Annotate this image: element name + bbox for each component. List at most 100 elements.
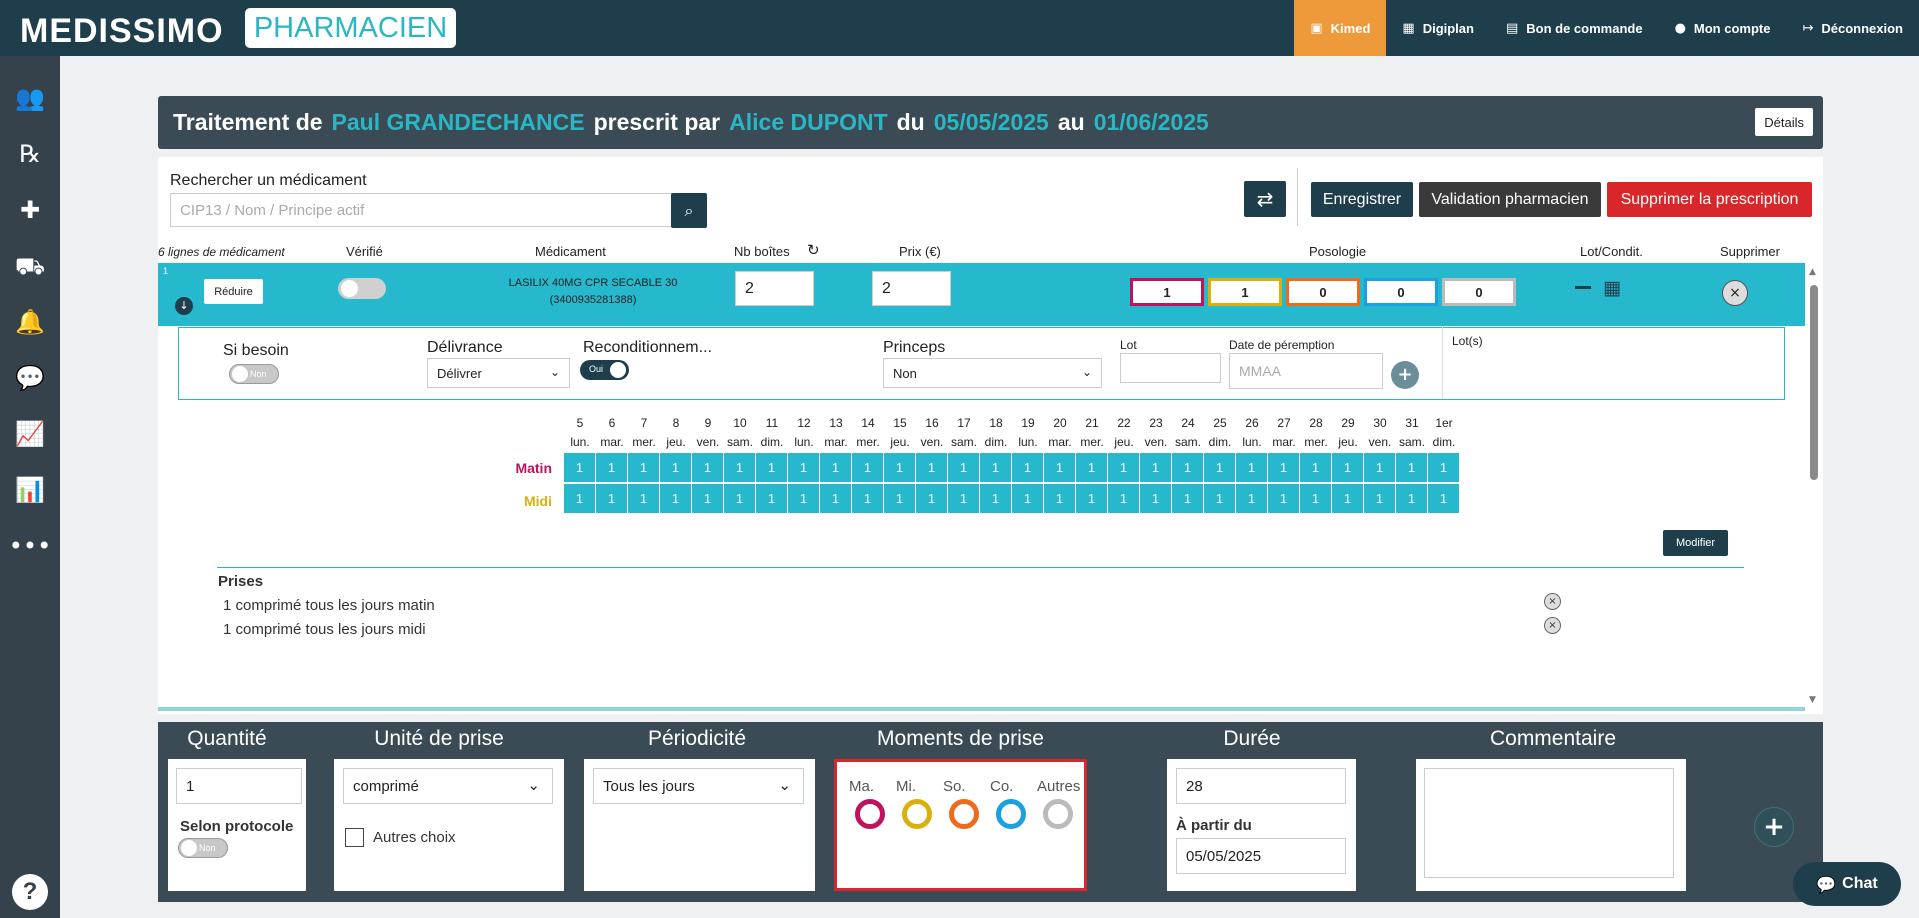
calendar-cell[interactable]: 1 <box>1332 453 1363 482</box>
calendar-cell[interactable]: 1 <box>1268 453 1299 482</box>
moment-ring-2[interactable] <box>902 799 932 829</box>
posology-morning[interactable]: 1 <box>1130 278 1204 306</box>
verified-toggle[interactable] <box>338 278 386 299</box>
minus-icon[interactable] <box>1575 286 1591 289</box>
medical-kit-icon[interactable]: ✚ <box>0 196 60 224</box>
swap-icon[interactable]: ⇄ <box>1244 181 1286 217</box>
calendar-cell[interactable]: 1 <box>884 484 915 513</box>
posology-evening[interactable]: 0 <box>1286 278 1360 306</box>
periodicite-select[interactable]: Tous les jours ⌄ <box>593 768 804 804</box>
calendar-cell[interactable]: 1 <box>852 484 883 513</box>
scroll-up-icon[interactable]: ▲ <box>1809 267 1816 277</box>
reconditionnement-toggle[interactable]: Oui <box>580 360 629 380</box>
calendar-cell[interactable]: 1 <box>1044 453 1075 482</box>
nav-digiplan[interactable]: ▦ Digiplan <box>1386 0 1490 56</box>
price-input[interactable]: 2 <box>872 271 951 306</box>
chat-button[interactable]: 💬 Chat <box>1793 862 1901 906</box>
calendar-cell[interactable]: 1 <box>756 484 787 513</box>
calendar-cell[interactable]: 1 <box>916 453 947 482</box>
lot-input[interactable] <box>1120 353 1221 383</box>
calendar-cell[interactable]: 1 <box>1300 484 1331 513</box>
add-posology-icon[interactable]: + <box>1754 807 1794 847</box>
calendar-cell[interactable]: 1 <box>1236 484 1267 513</box>
chat-bubble-icon[interactable]: 💬 <box>0 364 60 392</box>
remove-prise-icon[interactable]: × <box>1544 617 1561 634</box>
calendar-cell[interactable]: 1 <box>1428 453 1459 482</box>
calendar-cell[interactable]: 1 <box>1044 484 1075 513</box>
calendar-cell[interactable]: 1 <box>852 453 883 482</box>
calendar-cell[interactable]: 1 <box>724 484 755 513</box>
truck-icon[interactable]: ⛟ <box>0 252 60 283</box>
remove-prise-icon[interactable]: × <box>1544 593 1561 610</box>
calendar-cell[interactable]: 1 <box>596 484 627 513</box>
save-button[interactable]: Enregistrer <box>1311 182 1413 217</box>
calendar-cell[interactable]: 1 <box>1204 484 1235 513</box>
posology-other[interactable]: 0 <box>1442 278 1516 306</box>
help-button[interactable]: ? <box>12 874 48 910</box>
calendar-cell[interactable]: 1 <box>1428 484 1459 513</box>
calendar-cell[interactable]: 1 <box>1396 453 1427 482</box>
calendar-cell[interactable]: 1 <box>1396 484 1427 513</box>
refresh-icon[interactable]: ↻ <box>807 241 820 259</box>
commentaire-input[interactable] <box>1424 768 1674 878</box>
search-input[interactable]: CIP13 / Nom / Principe actif <box>170 193 672 227</box>
calendar-cell[interactable]: 1 <box>1012 484 1043 513</box>
calendar-cell[interactable]: 1 <box>1268 484 1299 513</box>
users-icon[interactable]: 👥 <box>0 84 60 112</box>
calendar-cell[interactable]: 1 <box>916 484 947 513</box>
reduce-button[interactable]: Réduire <box>204 279 263 304</box>
calendar-cell[interactable]: 1 <box>1108 484 1139 513</box>
posology-noon[interactable]: 1 <box>1208 278 1282 306</box>
scrollbar[interactable]: ▲ ▼ <box>1805 263 1823 710</box>
princeps-select[interactable]: Non ⌄ <box>883 358 1102 388</box>
nav-kimed[interactable]: ▣ Kimed <box>1294 0 1387 56</box>
prescription-icon[interactable]: ℞ <box>0 140 60 168</box>
posology-bedtime[interactable]: 0 <box>1364 278 1438 306</box>
calendar-cell[interactable]: 1 <box>1364 484 1395 513</box>
bar-chart-icon[interactable]: 📊 <box>0 476 60 504</box>
calendar-cell[interactable]: 1 <box>1108 453 1139 482</box>
calendar-cell[interactable]: 1 <box>1364 453 1395 482</box>
si-besoin-toggle[interactable]: Non <box>229 364 279 384</box>
medication-row[interactable]: 1 ↓ Réduire LASILIX 40MG CPR SECABLE 30 … <box>158 263 1805 326</box>
calendar-cell[interactable]: 1 <box>820 453 851 482</box>
calendar-cell[interactable]: 1 <box>660 453 691 482</box>
validate-button[interactable]: Validation pharmacien <box>1419 182 1601 217</box>
details-button[interactable]: Détails <box>1755 108 1813 136</box>
boxes-input[interactable]: 2 <box>735 271 814 306</box>
calendar-cell[interactable]: 1 <box>1332 484 1363 513</box>
delete-prescription-button[interactable]: Supprimer la prescription <box>1607 182 1812 217</box>
calendar-cell[interactable]: 1 <box>980 453 1011 482</box>
calendar-cell[interactable]: 1 <box>1300 453 1331 482</box>
arrow-down-icon[interactable]: ↓ <box>175 297 193 315</box>
date-peremption-input[interactable]: MMAA <box>1229 353 1383 389</box>
calendar-cell[interactable]: 1 <box>1140 484 1171 513</box>
scroll-thumb[interactable] <box>1810 285 1818 480</box>
calendar-cell[interactable]: 1 <box>692 484 723 513</box>
nav-bon-de-commande[interactable]: ▤ Bon de commande <box>1490 0 1659 56</box>
duree-input[interactable]: 28 <box>1176 768 1346 804</box>
calendar-cell[interactable]: 1 <box>980 484 1011 513</box>
calendar-cell[interactable]: 1 <box>692 453 723 482</box>
nav-deconnexion[interactable]: ↦ Déconnexion <box>1786 0 1919 56</box>
moment-ring-5[interactable] <box>1043 799 1073 829</box>
search-icon[interactable]: ⌕ <box>671 193 707 228</box>
calendar-cell[interactable]: 1 <box>660 484 691 513</box>
modify-button[interactable]: Modifier <box>1663 530 1728 556</box>
calendar-cell[interactable]: 1 <box>1140 453 1171 482</box>
add-lot-icon[interactable]: + <box>1391 361 1419 389</box>
calendar-cell[interactable]: 1 <box>724 453 755 482</box>
calendar-cell[interactable]: 1 <box>1172 453 1203 482</box>
quantite-input[interactable]: 1 <box>176 768 302 804</box>
moment-ring-4[interactable] <box>996 799 1026 829</box>
from-date-input[interactable]: 05/05/2025 <box>1176 838 1346 874</box>
calendar-cell[interactable]: 1 <box>788 453 819 482</box>
autres-choix-checkbox[interactable] <box>345 828 364 847</box>
table-icon[interactable]: ▦ <box>1603 277 1621 299</box>
calendar-cell[interactable]: 1 <box>1076 484 1107 513</box>
calendar-cell[interactable]: 1 <box>788 484 819 513</box>
moment-ring-1[interactable] <box>855 799 885 829</box>
calendar-cell[interactable]: 1 <box>884 453 915 482</box>
calendar-cell[interactable]: 1 <box>1012 453 1043 482</box>
calendar-cell[interactable]: 1 <box>628 484 659 513</box>
